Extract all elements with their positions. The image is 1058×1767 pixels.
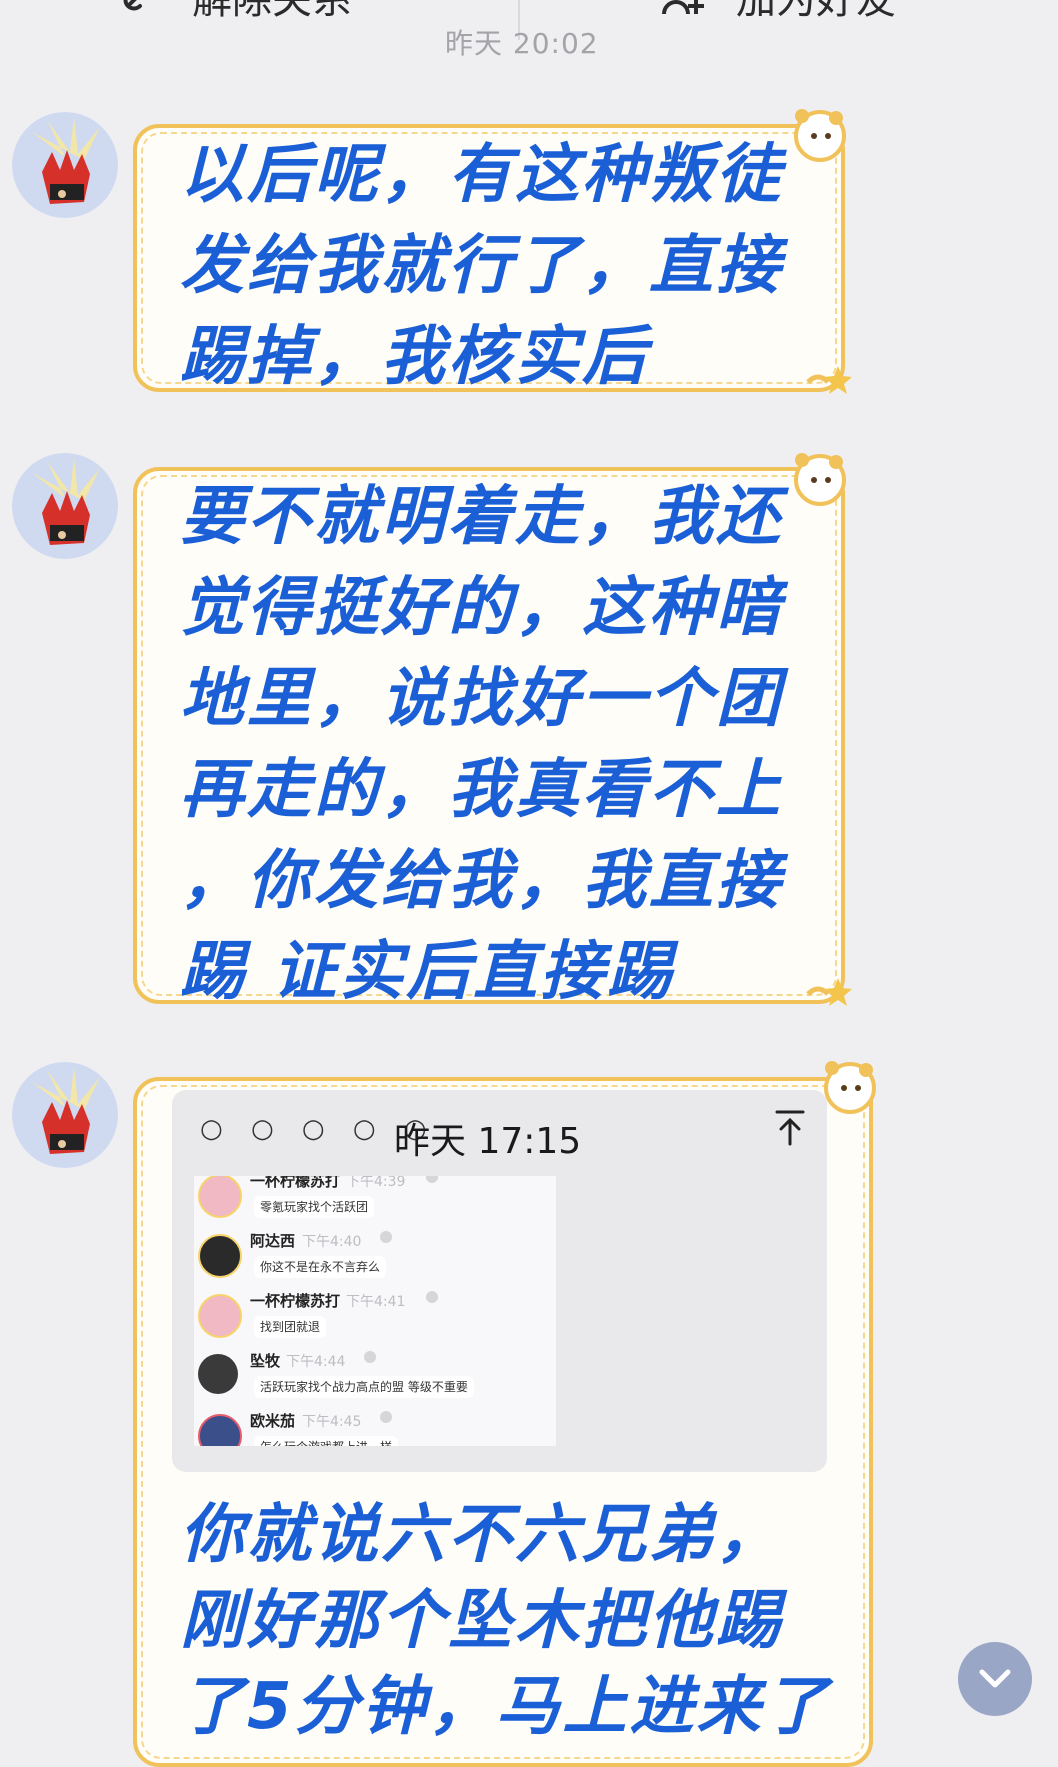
message-time: 下午4:44 — [286, 1354, 346, 1370]
message-text: 你就说六不六兄弟， 刚好那个坠木把他踢 了5分钟，马上进来了 — [180, 1492, 831, 1750]
message-line: 刚好那个坠木把他踢 — [180, 1584, 783, 1658]
share-up-icon — [775, 1110, 805, 1146]
avatar — [198, 1354, 238, 1394]
message-text: 以后呢，有这种叛徒 发给我就行了，直接 踢掉，我核实后 — [180, 130, 783, 403]
add-friend-label: 加为好友 — [736, 0, 896, 23]
message-line: 再走的，我真看不上 — [180, 753, 783, 827]
list-item: 欧米茄 下午4:45 怎么玩个游戏都上进一样 — [194, 1410, 556, 1446]
message-time: 下午4:41 — [346, 1294, 406, 1310]
list-item: 坠牧 下午4:44 活跃玩家找个战力高点的盟 等级不重要 — [194, 1350, 556, 1408]
message-line: 踢 证实后直接踢 — [180, 935, 675, 1009]
avatar-image — [12, 453, 118, 559]
list-item: 一杯柠檬苏打 下午4:39 零氪玩家找个活跃团 — [194, 1176, 556, 1228]
sender-avatar[interactable] — [12, 453, 118, 559]
avatar — [198, 1294, 242, 1338]
add-user-icon — [662, 0, 704, 15]
unfriend-label: 解除关系 — [192, 0, 352, 23]
message-time: 下午4:45 — [302, 1414, 362, 1430]
avatar-image — [12, 112, 118, 218]
screenshot-time: 昨天 17:15 — [394, 1121, 582, 1162]
info-icon — [380, 1411, 392, 1423]
message-content: 怎么玩个游戏都上进一样 — [254, 1436, 399, 1446]
message-line: 以后呢，有这种叛徒 — [180, 138, 783, 212]
message-content: 找到团就退 — [254, 1316, 327, 1338]
avatar-image — [12, 1062, 118, 1168]
chat-timestamp: 昨天 20:02 — [445, 27, 599, 60]
avatar — [198, 1234, 242, 1278]
top-action-bar: 解除关系 加为好友 — [0, 0, 1058, 40]
scroll-to-bottom-button[interactable] — [958, 1642, 1032, 1716]
message-line: 地里，说找好一个团 — [180, 662, 783, 736]
sender-avatar[interactable] — [12, 1062, 118, 1168]
message-line: 你就说六不六兄弟， — [180, 1498, 783, 1572]
message-content: 你这不是在永不言弃么 — [254, 1256, 387, 1278]
info-icon — [426, 1291, 438, 1303]
message-line: 要不就明着走，我还 — [180, 480, 783, 554]
list-item: 阿达西 下午4:40 你这不是在永不言弃么 — [194, 1230, 556, 1288]
bear-sticker-icon — [794, 109, 846, 162]
chevron-down-icon — [979, 1669, 1011, 1688]
message-content: 零氪玩家找个活跃团 — [254, 1196, 375, 1218]
avatar — [198, 1414, 242, 1446]
message-time: 下午4:40 — [302, 1234, 362, 1250]
sender-name: 一杯柠檬苏打 — [250, 1292, 341, 1310]
unlink-icon — [123, 0, 142, 11]
bear-sticker-icon — [824, 1061, 876, 1114]
info-icon — [426, 1176, 438, 1183]
avatar — [198, 1176, 242, 1218]
sender-name: 阿达西 — [250, 1232, 296, 1250]
message-content: 活跃玩家找个战力高点的盟 等级不重要 — [254, 1376, 474, 1398]
star-sticker-icon — [806, 978, 852, 1006]
unfriend-button[interactable]: 解除关系 — [120, 0, 352, 23]
sender-name: 坠牧 — [250, 1352, 281, 1370]
sender-name: 欧米茄 — [250, 1412, 296, 1430]
add-friend-button[interactable]: 加为好友 — [660, 0, 896, 23]
screenshot-chat-list: 一杯柠檬苏打 下午4:39 零氪玩家找个活跃团 阿达西 下午4:40 你这不是在… — [194, 1176, 556, 1446]
sender-avatar[interactable] — [12, 112, 118, 218]
message-line: ，你发给我，我直接 — [180, 844, 783, 918]
screenshot-status-bar: ○ ○ ○ ○ ○ 昨天 17:15 — [172, 1090, 827, 1170]
bear-sticker-icon — [794, 453, 846, 506]
info-icon — [364, 1351, 376, 1363]
embedded-screenshot[interactable]: ○ ○ ○ ○ ○ 昨天 17:15 一杯柠檬苏打 下午4:39 零氪玩家找个活… — [172, 1090, 827, 1472]
star-sticker-icon — [806, 366, 852, 394]
message-text: 要不就明着走，我还 觉得挺好的，这种暗 地里，说找好一个团 再走的，我真看不上 … — [180, 472, 783, 1018]
message-line: 觉得挺好的，这种暗 — [180, 571, 783, 645]
message-line: 发给我就行了，直接 — [180, 229, 783, 303]
info-icon — [380, 1231, 392, 1243]
sender-name: 一杯柠檬苏打 — [250, 1176, 341, 1190]
message-line: 了5分钟，马上进来了 — [180, 1670, 831, 1744]
message-line: 踢掉，我核实后 — [180, 320, 649, 394]
message-time: 下午4:39 — [346, 1176, 406, 1190]
list-item: 一杯柠檬苏打 下午4:41 找到团就退 — [194, 1290, 556, 1348]
